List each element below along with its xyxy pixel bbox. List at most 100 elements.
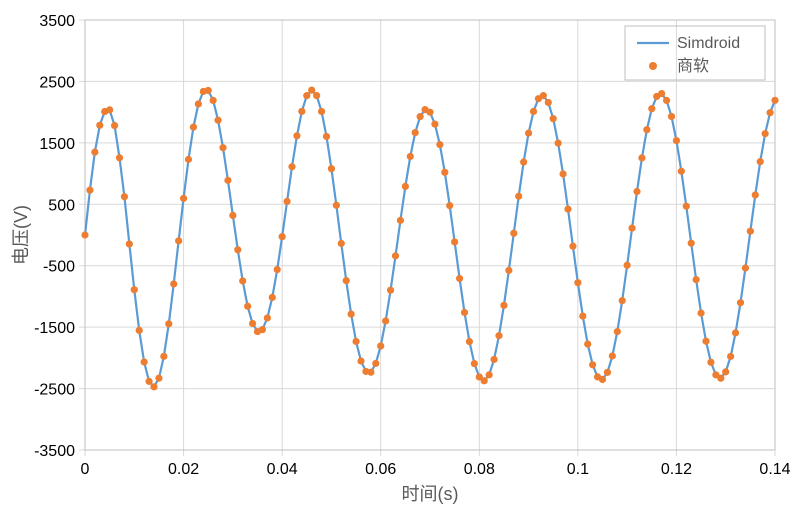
series-shangruan-dot	[436, 141, 443, 148]
series-shangruan-dot	[214, 117, 221, 124]
series-shangruan-dot	[555, 139, 562, 146]
series-shangruan-dot	[545, 99, 552, 106]
series-shangruan-dot	[367, 369, 374, 376]
series-shangruan-dot	[762, 130, 769, 137]
series-shangruan-dot	[224, 177, 231, 184]
series-shangruan-dot	[298, 108, 305, 115]
x-tick-label: 0.14	[759, 461, 790, 478]
x-tick-label: 0.08	[464, 461, 495, 478]
legend-swatch-dot	[649, 62, 657, 70]
series-shangruan-dot	[668, 113, 675, 120]
series-shangruan-dot	[170, 280, 177, 287]
series-shangruan-dot	[525, 129, 532, 136]
series-shangruan-dot	[377, 342, 384, 349]
series-shangruan-dot	[742, 264, 749, 271]
series-shangruan-dot	[407, 153, 414, 160]
series-shangruan-dot	[697, 309, 704, 316]
series-shangruan-dot	[599, 376, 606, 383]
y-tick-label: -2500	[34, 382, 75, 399]
x-tick-label: 0	[81, 461, 90, 478]
series-shangruan-dot	[678, 168, 685, 175]
series-shangruan-dot	[737, 299, 744, 306]
series-shangruan-dot	[490, 356, 497, 363]
x-tick-label: 0.1	[567, 461, 589, 478]
series-shangruan-dot	[348, 310, 355, 317]
series-shangruan-dot	[111, 122, 118, 129]
series-shangruan-dot	[510, 230, 517, 237]
series-shangruan-dot	[688, 240, 695, 247]
series-shangruan-dot	[589, 361, 596, 368]
series-shangruan-dot	[722, 368, 729, 375]
series-shangruan-dot	[279, 233, 286, 240]
series-shangruan-dot	[505, 267, 512, 274]
series-shangruan-dot	[274, 266, 281, 273]
legend-label-shangruan: 商软	[677, 57, 709, 75]
series-shangruan-dot	[466, 338, 473, 345]
series-simdroid-line	[85, 90, 775, 387]
series-shangruan-dot	[540, 92, 547, 99]
series-shangruan-dot	[732, 329, 739, 336]
series-shangruan-dot	[412, 129, 419, 136]
series-shangruan-dot	[352, 338, 359, 345]
series-shangruan-dot	[559, 170, 566, 177]
series-shangruan-dot	[500, 302, 507, 309]
series-shangruan-dot	[96, 122, 103, 129]
series-shangruan-dot	[441, 169, 448, 176]
series-shangruan-dot	[288, 163, 295, 170]
y-tick-label: 1500	[39, 136, 75, 153]
series-shangruan-dot	[259, 326, 266, 333]
series-shangruan-dot	[495, 332, 502, 339]
series-shangruan-dot	[648, 105, 655, 112]
series-shangruan-dot	[239, 277, 246, 284]
y-tick-label: -1500	[34, 320, 75, 337]
series-shangruan-dot	[757, 158, 764, 165]
series-shangruan-dot	[402, 183, 409, 190]
series-shangruan-dot	[471, 360, 478, 367]
series-shangruan-dot	[141, 358, 148, 365]
x-tick-label: 0.04	[267, 461, 298, 478]
series-shangruan-dot	[707, 359, 714, 366]
series-shangruan-dot	[456, 275, 463, 282]
series-shangruan-dot	[283, 198, 290, 205]
series-shangruan-dot	[86, 187, 93, 194]
series-shangruan-dot	[180, 195, 187, 202]
y-tick-label: 2500	[39, 74, 75, 91]
series-shangruan-dot	[569, 243, 576, 250]
series-shangruan-dot	[619, 297, 626, 304]
series-shangruan-dot	[717, 375, 724, 382]
series-shangruan-dot	[663, 97, 670, 104]
series-shangruan-dot	[145, 378, 152, 385]
series-shangruan-dot	[702, 338, 709, 345]
series-shangruan-dot	[165, 320, 172, 327]
series-shangruan-dot	[579, 312, 586, 319]
series-shangruan-dot	[693, 276, 700, 283]
x-axis-title: 时间(s)	[402, 484, 459, 504]
series-shangruan-dot	[91, 148, 98, 155]
series-shangruan-dot	[293, 132, 300, 139]
series-shangruan-dot	[136, 327, 143, 334]
series-shangruan-dot	[604, 369, 611, 376]
series-shangruan-dot	[219, 144, 226, 151]
series-shangruan-dot	[673, 137, 680, 144]
series-shangruan-dot	[333, 202, 340, 209]
series-shangruan-dot	[481, 377, 488, 384]
series-shangruan-dot	[372, 360, 379, 367]
series-shangruan-dot	[564, 206, 571, 213]
series-shangruan-dot	[160, 353, 167, 360]
series-shangruan-dot	[747, 228, 754, 235]
series-shangruan-dot	[269, 294, 276, 301]
series-shangruan-dot	[683, 203, 690, 210]
series-shangruan-dot	[446, 202, 453, 209]
series-shangruan-dot	[175, 237, 182, 244]
series-shangruan-dot	[431, 121, 438, 128]
series-shangruan-dot	[752, 191, 759, 198]
series-shangruan-dot	[328, 165, 335, 172]
series-shangruan-dot	[229, 212, 236, 219]
series-shangruan-dot	[155, 375, 162, 382]
series-shangruan-dot	[323, 133, 330, 140]
series-shangruan-dot	[520, 158, 527, 165]
series-shangruan-dot	[387, 287, 394, 294]
series-shangruan-dot	[121, 193, 128, 200]
series-shangruan-dot	[614, 328, 621, 335]
series-shangruan-dot	[195, 100, 202, 107]
